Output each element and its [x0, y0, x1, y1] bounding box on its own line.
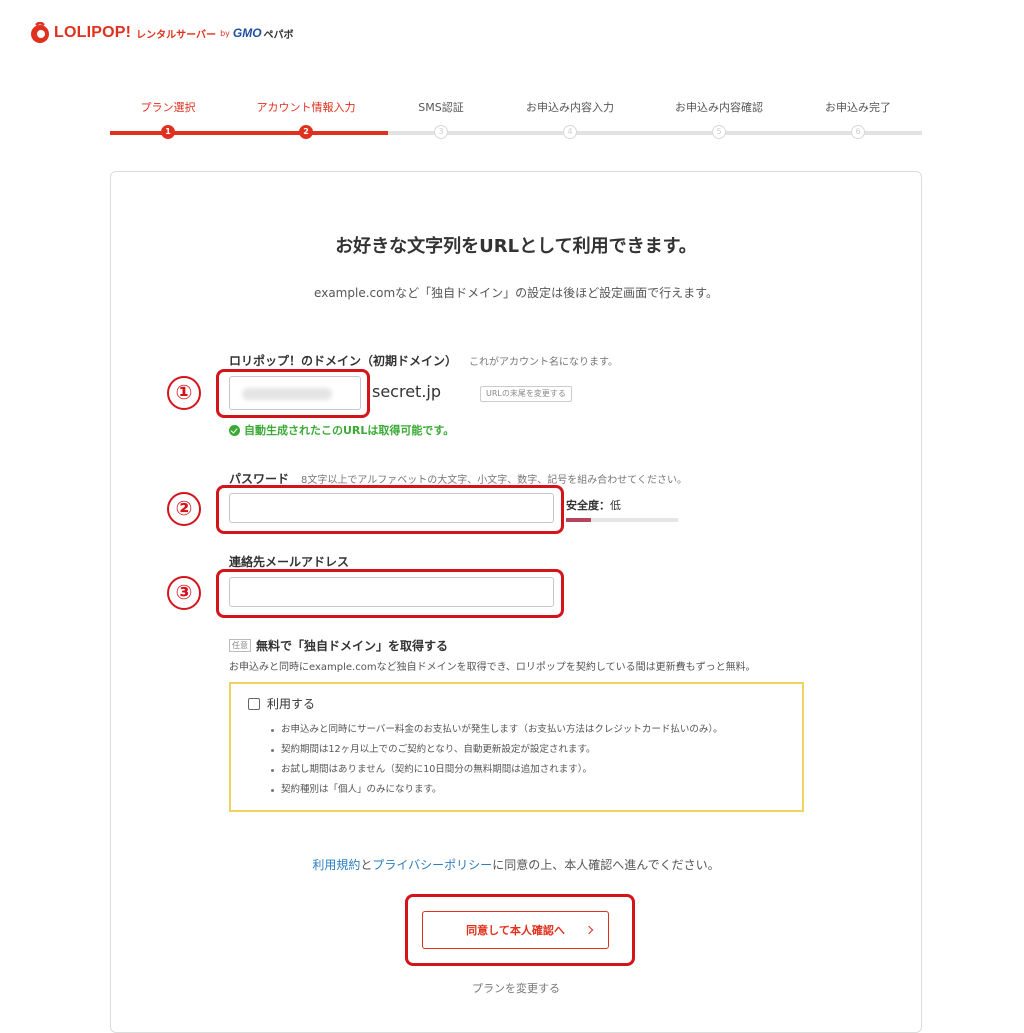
free-domain-title: 任意 無料で「独自ドメイン」を取得する [229, 637, 448, 654]
privacy-policy-link[interactable]: プライバシーポリシー [372, 858, 492, 872]
step-application-confirm: お申込み内容確認 5 [649, 100, 789, 139]
terms-of-use-link[interactable]: 利用規約 [312, 858, 360, 872]
free-domain-option-box: 利用する お申込みと同時にサーバー料金のお支払いが発生します（お支払い方法はクレ… [229, 682, 804, 812]
email-label: 連絡先メールアドレス [229, 555, 350, 569]
annotation-number-1: ① [167, 376, 201, 410]
agreement-text: 利用規約とプライバシーポリシーに同意の上、本人確認へ進んでください。 [110, 856, 922, 873]
page-title: お好きな文字列をURLとして利用できます。 [335, 236, 697, 257]
free-domain-notes: お申込みと同時にサーバー料金のお支払いが発生します（お支払い方法はクレジットカー… [271, 720, 723, 800]
change-url-suffix-button[interactable]: URLの末尾を変更する [480, 386, 572, 402]
step-label: お申込み完了 [825, 101, 891, 114]
domain-available-message: 自動生成されたこのURLは取得可能です。 [229, 422, 454, 438]
strength-label-text: 安全度： [566, 499, 610, 512]
company-name: GMO [232, 26, 262, 40]
annotation-number-3: ③ [167, 576, 201, 610]
step-number: 2 [299, 125, 313, 139]
domain-note: これがアカウント名になります。 [469, 357, 619, 368]
lolipop-logo-icon [31, 22, 49, 43]
brand-subtitle: レンタルサーバー [136, 29, 217, 41]
list-item: 契約種別は「個人」のみになります。 [271, 780, 723, 800]
list-item: お試し期間はありません（契約に10日間分の無料期間は追加されます）。 [271, 760, 723, 780]
annotation-highlight-email [216, 569, 564, 618]
use-free-domain-checkbox-row[interactable]: 利用する [248, 695, 315, 712]
step-application-complete: お申込み完了 6 [788, 100, 928, 139]
brand-by: by [220, 28, 230, 38]
step-number: 6 [851, 125, 865, 139]
page-subtitle: example.comなど「独自ドメイン」の設定は後ほど設定画面で行えます。 [314, 286, 718, 300]
brand-name: LOLIPOP! [54, 24, 132, 41]
progress-stepper: プラン選択 1 アカウント情報入力 2 SMS認証 3 お申込み内容入力 4 お… [110, 100, 922, 150]
step-account-info: アカウント情報入力 2 [236, 100, 376, 139]
domain-label-text: ロリポップ！のドメイン（初期ドメイン） [229, 354, 458, 368]
step-number: 5 [712, 125, 726, 139]
step-plan-selection: プラン選択 1 [98, 100, 238, 139]
agreement-rest: に同意の上、本人確認へ進んでください。 [492, 858, 720, 872]
annotation-highlight-password [216, 485, 564, 534]
step-number: 1 [161, 125, 175, 139]
list-item: 契約期間は12ヶ月以上でのご契約となり、自動更新設定が設定されます。 [271, 740, 723, 760]
domain-label: ロリポップ！のドメイン（初期ドメイン） これがアカウント名になります。 [229, 352, 618, 369]
password-label-text: パスワード [229, 472, 290, 486]
step-number: 3 [434, 125, 448, 139]
step-label: SMS認証 [418, 101, 464, 114]
step-application-input: お申込み内容入力 4 [500, 100, 640, 139]
password-strength-bar [566, 518, 678, 522]
password-strength-fill [566, 518, 591, 522]
annotation-highlight-domain [216, 369, 370, 418]
agreement-and: と [360, 858, 373, 872]
password-strength-label: 安全度：低 [566, 497, 621, 513]
step-label: お申込み内容入力 [526, 101, 614, 114]
step-sms-auth: SMS認証 3 [371, 100, 511, 139]
step-label: アカウント情報入力 [256, 101, 356, 114]
free-domain-description: お申込みと同時にexample.comなど独自ドメインを取得でき、ロリポップを契… [229, 662, 756, 673]
lolipop-logo[interactable]: LOLIPOP! レンタルサーバー by GMO ペパボ [30, 20, 294, 46]
optional-badge: 任意 [229, 639, 251, 652]
domain-suffix: secret.jp [372, 382, 442, 401]
annotation-highlight-submit [405, 894, 635, 966]
use-free-domain-label: 利用する [267, 697, 316, 711]
step-label: お申込み内容確認 [675, 101, 763, 114]
strength-level: 低 [610, 499, 621, 512]
step-number: 4 [563, 125, 577, 139]
domain-available-text: 自動生成されたこのURLは取得可能です。 [244, 424, 455, 437]
company-subname: ペパボ [263, 29, 294, 41]
use-free-domain-checkbox[interactable] [248, 697, 260, 710]
free-domain-title-text: 無料で「独自ドメイン」を取得する [256, 639, 449, 653]
step-label: プラン選択 [140, 101, 196, 114]
list-item: お申込みと同時にサーバー料金のお支払いが発生します（お支払い方法はクレジットカー… [271, 720, 723, 740]
change-plan-link[interactable]: プランを変更する [110, 980, 922, 996]
check-circle-icon [229, 424, 240, 436]
annotation-number-2: ② [167, 492, 201, 526]
